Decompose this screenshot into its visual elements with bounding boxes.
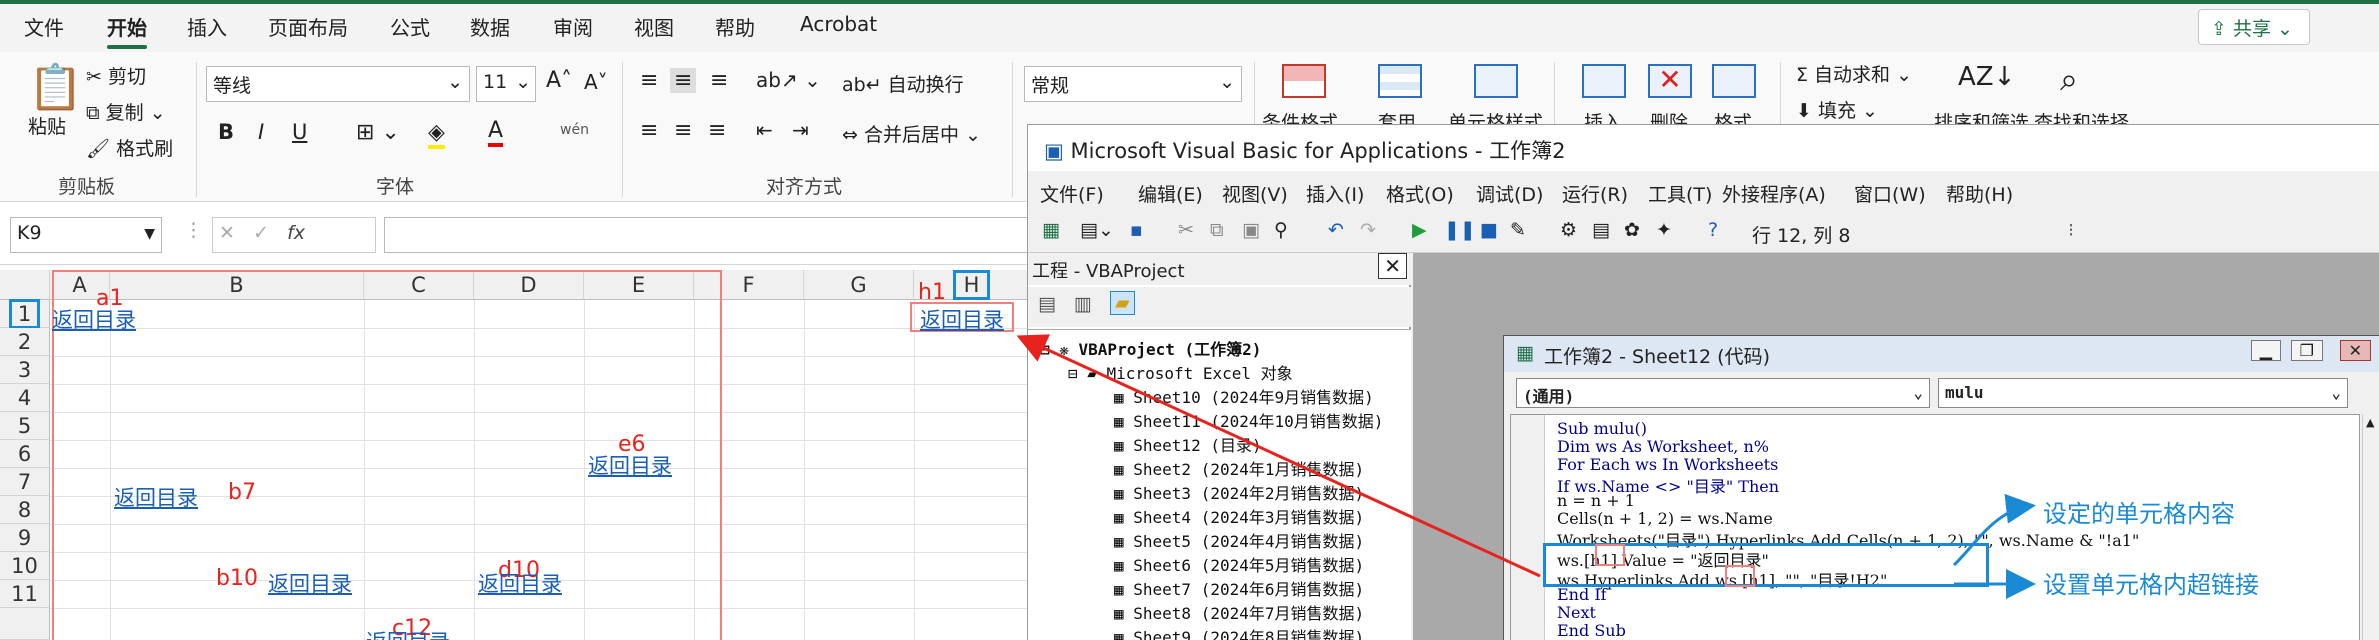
annotation-arrows — [1016, 334, 2036, 599]
red-arrow — [1016, 334, 1541, 578]
blue-arrow-1 — [1952, 493, 2036, 567]
